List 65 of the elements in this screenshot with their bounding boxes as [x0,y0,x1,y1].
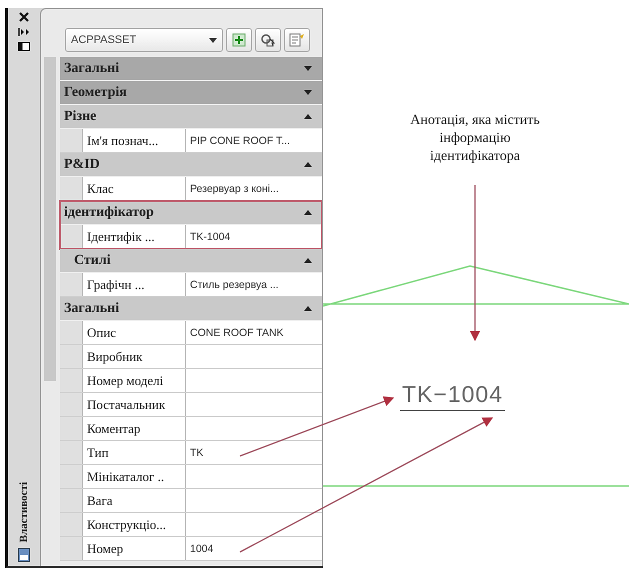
collapse-caret-icon[interactable] [304,258,312,263]
category-header[interactable]: Загальні [60,57,322,81]
property-name: Клас [82,177,186,200]
property-value[interactable]: PIP CONE ROOF T... [186,129,322,152]
property-name: Опис [82,321,186,344]
select-objects-button[interactable] [255,28,281,52]
property-name: Номер моделі [82,369,186,392]
property-name: Конструкціо... [82,513,186,536]
row-margin [60,273,82,296]
property-name: Коментар [82,417,186,440]
property-name: Виробник [82,345,186,368]
row-margin [60,177,82,200]
category-header[interactable]: Загальні [60,297,322,321]
property-name: Номер [82,537,186,560]
quick-select-icon [289,32,305,48]
property-name: Тип [82,441,186,464]
collapse-caret-icon[interactable] [304,306,312,311]
row-margin [60,393,82,416]
annotation-note: Анотація, яка містить інформацію ідентифікатора [409,112,541,166]
collapse-caret-icon[interactable] [304,114,312,119]
properties-icon[interactable] [18,548,30,562]
property-value[interactable]: TK-1004 [186,225,322,248]
close-icon[interactable] [19,12,29,22]
property-value[interactable]: Резервуар з коні... [186,177,322,200]
collapse-caret-icon[interactable] [304,162,312,167]
scrollbar[interactable] [44,57,56,381]
row-margin [60,225,82,248]
tag-label: TK−1004 [400,381,505,411]
property-name: Постачальник [82,393,186,416]
property-value[interactable]: Стиль резервуа ... [186,273,322,296]
property-name: Ідентифік ... [82,225,186,248]
category-header[interactable]: ідентифікатор [60,201,322,225]
row-margin [60,489,82,512]
dropdown-caret-icon [209,38,217,42]
panel-menu-icon[interactable] [18,42,30,51]
collapse-caret-icon[interactable] [304,210,312,215]
category-header[interactable]: P&ID [60,153,322,177]
expand-caret-icon[interactable] [304,66,312,71]
auto-hide-icon[interactable] [18,28,30,36]
property-name: Вага [82,489,186,512]
toggle-pickadd-button[interactable] [226,28,252,52]
row-margin [60,513,82,536]
property-name: Ім'я познач... [82,129,186,152]
property-value[interactable]: CONE ROOF TANK [186,321,322,344]
row-margin [60,537,82,560]
row-margin [60,417,82,440]
row-margin [60,465,82,488]
row-margin [60,345,82,368]
row-margin [60,441,82,464]
property-value[interactable]: TK [186,441,322,464]
property-name: Мінікаталог .. [82,465,186,488]
object-type-dropdown[interactable]: ACPPASSET [65,28,223,52]
property-name: Графічн ... [82,273,186,296]
category-header[interactable]: Геометрія [60,81,322,105]
expand-caret-icon[interactable] [304,90,312,95]
palette-title: Властивості [18,482,30,542]
category-header[interactable]: Стилі [60,249,322,273]
select-objects-icon [260,33,276,47]
row-margin [60,321,82,344]
plus-icon [232,33,246,47]
row-margin [60,129,82,152]
category-header[interactable]: Різне [60,105,322,129]
row-margin [60,369,82,392]
property-value[interactable]: 1004 [186,537,322,560]
quick-select-button[interactable] [284,28,310,52]
